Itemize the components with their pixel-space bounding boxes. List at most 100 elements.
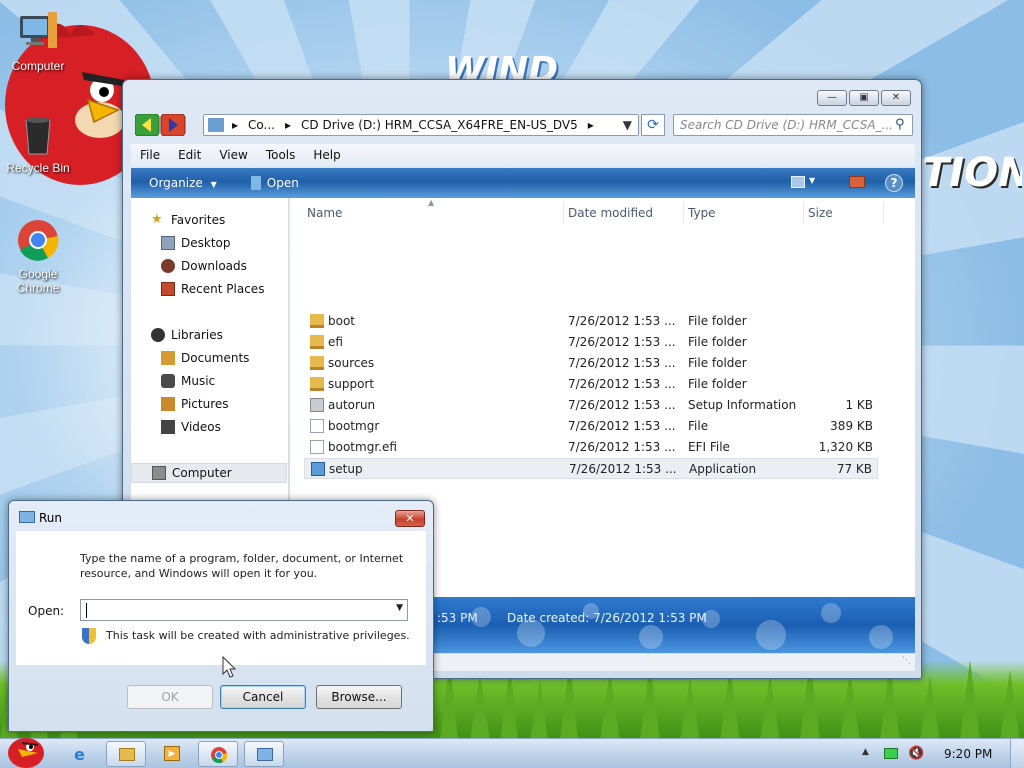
- show-desktop-button[interactable]: [1010, 739, 1024, 768]
- file-row-selected[interactable]: setup 7/26/2012 1:53 ... Application 77 …: [304, 458, 878, 479]
- file-type: File folder: [688, 377, 747, 391]
- desktop-icon-recycle-bin[interactable]: Recycle Bin: [0, 112, 76, 175]
- nav-computer[interactable]: Computer: [131, 463, 287, 483]
- recycle-bin-icon: [25, 117, 51, 155]
- nav-label: Computer: [172, 466, 232, 480]
- file-name: bootmgr: [328, 419, 380, 433]
- file-row[interactable]: boot 7/26/2012 1:53 ... File folder: [304, 311, 878, 332]
- nav-favorites[interactable]: ★ Favorites: [151, 210, 225, 230]
- close-button[interactable]: ✕: [395, 510, 425, 527]
- volume-muted-icon[interactable]: 🔇: [908, 746, 924, 761]
- minimize-button[interactable]: —: [817, 90, 847, 106]
- taskbar-media-player[interactable]: ▶: [152, 741, 192, 767]
- column-divider[interactable]: [563, 202, 564, 224]
- chevron-down-icon: ▼: [210, 180, 217, 189]
- nav-pictures[interactable]: Pictures: [161, 394, 229, 414]
- menu-tools[interactable]: Tools: [257, 148, 305, 162]
- run-dialog: Run ✕ Type the name of a program, folder…: [8, 500, 434, 732]
- nav-videos[interactable]: Videos: [161, 417, 221, 437]
- desktop-icon-computer[interactable]: Computer: [0, 10, 76, 73]
- column-header-size[interactable]: Size: [808, 206, 833, 220]
- file-row[interactable]: sources 7/26/2012 1:53 ... File folder: [304, 353, 878, 374]
- resize-grip-icon[interactable]: ⋱: [902, 656, 911, 666]
- file-row[interactable]: autorun 7/26/2012 1:53 ... Setup Informa…: [304, 395, 878, 416]
- search-icon[interactable]: ⚲: [895, 117, 911, 133]
- open-label: Open:: [28, 604, 65, 618]
- desktop-icon-google-chrome[interactable]: Google Chrome: [0, 218, 76, 295]
- text-caret: [86, 603, 87, 618]
- column-header-type[interactable]: Type: [688, 206, 716, 220]
- breadcrumb-cd-drive[interactable]: CD Drive (D:) HRM_CCSA_X64FRE_EN-US_DV5: [301, 118, 578, 132]
- file-name: autorun: [328, 398, 376, 412]
- menu-edit[interactable]: Edit: [169, 148, 210, 162]
- run-command-input[interactable]: ▼: [80, 599, 408, 621]
- run-icon: [19, 511, 35, 523]
- documents-icon: [161, 351, 175, 365]
- recent-places-icon: [161, 282, 175, 296]
- taskbar-run[interactable]: [244, 741, 284, 767]
- view-options-icon[interactable]: [791, 176, 805, 188]
- settings-file-icon: [310, 398, 324, 412]
- column-divider[interactable]: [803, 202, 804, 224]
- computer-icon: [20, 12, 57, 48]
- close-icon: ✕: [891, 92, 901, 103]
- back-button[interactable]: [135, 114, 160, 136]
- organize-button[interactable]: Organize ▼: [149, 176, 217, 190]
- breadcrumb-computer[interactable]: Co...: [248, 118, 275, 132]
- nav-libraries[interactable]: Libraries: [151, 325, 223, 345]
- taskbar-chrome[interactable]: [198, 741, 238, 767]
- column-header-date-modified[interactable]: Date modified: [568, 206, 653, 220]
- search-input[interactable]: Search CD Drive (D:) HRM_CCSA_...: [673, 114, 913, 136]
- column-header-name[interactable]: Name: [307, 206, 342, 220]
- browse-button[interactable]: Browse...: [316, 685, 402, 709]
- forward-button[interactable]: [160, 114, 186, 136]
- command-bar: Organize ▼ Open ▼ ?: [131, 168, 915, 198]
- taskbar-internet-explorer[interactable]: e: [62, 741, 102, 767]
- refresh-button[interactable]: ⟳: [641, 114, 665, 136]
- chevron-down-icon[interactable]: ▼: [809, 176, 815, 185]
- file-name: efi: [328, 335, 343, 349]
- breadcrumb-separator-icon: ▸: [284, 118, 292, 132]
- menu-help[interactable]: Help: [304, 148, 349, 162]
- open-label: Open: [266, 176, 299, 190]
- chevron-down-icon[interactable]: ▼: [396, 603, 403, 613]
- file-name: support: [328, 377, 375, 391]
- file-row[interactable]: bootmgr 7/26/2012 1:53 ... File 389 KB: [304, 416, 878, 437]
- column-divider[interactable]: [683, 202, 684, 224]
- address-bar[interactable]: ▸ Co... ▸ CD Drive (D:) HRM_CCSA_X64FRE_…: [203, 114, 639, 136]
- address-dropdown-icon[interactable]: ▼: [623, 118, 632, 132]
- file-size: 77 KB: [836, 462, 872, 476]
- clock[interactable]: 9:20 PM: [944, 747, 992, 761]
- file-icon: [310, 440, 324, 454]
- start-button[interactable]: [4, 733, 48, 768]
- network-icon[interactable]: [884, 748, 898, 759]
- run-dialog-body: Type the name of a program, folder, docu…: [16, 531, 426, 665]
- file-name: sources: [328, 356, 375, 370]
- preview-pane-icon[interactable]: [849, 176, 865, 188]
- nav-desktop[interactable]: Desktop: [161, 233, 231, 253]
- nav-documents[interactable]: Documents: [161, 348, 249, 368]
- file-row[interactable]: efi 7/26/2012 1:53 ... File folder: [304, 332, 878, 353]
- menu-view[interactable]: View: [210, 148, 256, 162]
- taskbar-explorer[interactable]: [106, 741, 146, 767]
- ok-button[interactable]: OK: [127, 685, 213, 709]
- show-hidden-icons-icon[interactable]: ▲: [862, 747, 869, 757]
- help-icon[interactable]: ?: [885, 174, 903, 192]
- close-button[interactable]: ✕: [881, 90, 911, 106]
- open-button[interactable]: Open: [250, 176, 299, 190]
- file-date: 7/26/2012 1:53 ...: [568, 377, 676, 391]
- videos-icon: [161, 420, 175, 434]
- column-divider[interactable]: [883, 202, 884, 224]
- nav-downloads[interactable]: Downloads: [161, 256, 247, 276]
- nav-music[interactable]: Music: [161, 371, 215, 391]
- sort-ascending-icon: ▲: [428, 198, 435, 207]
- file-row[interactable]: support 7/26/2012 1:53 ... File folder: [304, 374, 878, 395]
- menu-file[interactable]: File: [131, 148, 169, 162]
- nav-label: Music: [181, 374, 216, 388]
- file-row[interactable]: bootmgr.efi 7/26/2012 1:53 ... EFI File …: [304, 437, 878, 458]
- nav-recent-places[interactable]: Recent Places: [161, 279, 264, 299]
- restore-icon: ▣: [859, 92, 869, 103]
- folder-icon: [310, 356, 324, 370]
- cancel-button[interactable]: Cancel: [220, 685, 306, 709]
- maximize-button[interactable]: ▣: [849, 90, 879, 106]
